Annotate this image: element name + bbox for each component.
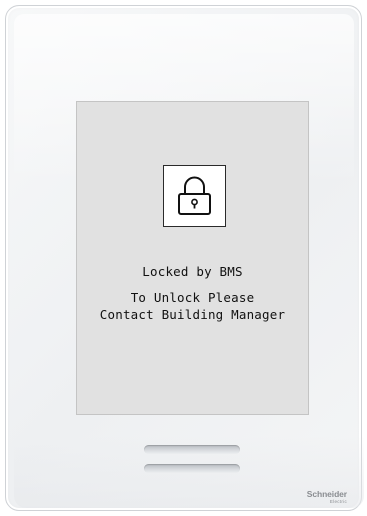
brand-subtitle: Electric (329, 499, 347, 504)
lock-screen-display: Locked by BMS To Unlock Please Contact B… (76, 101, 309, 415)
brand-name: Schneider (306, 489, 347, 499)
unlock-instruction-line-1: To Unlock Please (130, 290, 255, 305)
lock-status-text: Locked by BMS (142, 264, 243, 279)
brand-logo: Schneider Electric (306, 489, 347, 505)
unlock-instruction-line-2: Contact Building Manager (99, 307, 286, 322)
padlock-icon (163, 165, 226, 227)
speaker-grille-slot-bottom (144, 464, 240, 473)
speaker-grille-slot-top (144, 445, 240, 454)
